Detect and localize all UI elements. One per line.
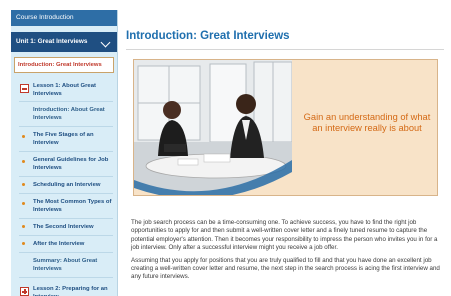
sidebar-item-five-stages[interactable]: The Five Stages of an Interview bbox=[11, 127, 117, 151]
interview-illustration bbox=[134, 60, 293, 195]
sidebar-item-general-guidelines[interactable]: General Guidelines for Job Interviews bbox=[11, 152, 117, 176]
expand-icon[interactable] bbox=[20, 287, 29, 296]
sidebar-item-second-interview[interactable]: The Second Interview bbox=[11, 219, 117, 235]
sidebar-item-label: The Most Common Types of Interviews bbox=[33, 199, 112, 213]
course-header[interactable]: Course Introduction bbox=[11, 10, 117, 26]
sidebar-item-label: General Guidelines for Job Interviews bbox=[33, 157, 109, 171]
interview-photo bbox=[134, 60, 293, 195]
unit-label: Unit 1: Great Interviews bbox=[16, 38, 88, 45]
sidebar-item-label: Scheduling an Interview bbox=[33, 182, 101, 188]
bullet-icon bbox=[22, 135, 25, 138]
paragraph: Assuming that you apply for positions th… bbox=[131, 256, 440, 281]
sidebar: Course Introduction Unit 1: Great Interv… bbox=[11, 10, 118, 296]
sidebar-item-scheduling[interactable]: Scheduling an Interview bbox=[11, 177, 117, 193]
sidebar-item-after-interview[interactable]: After the Interview bbox=[11, 236, 117, 252]
sidebar-item-common-types[interactable]: The Most Common Types of Interviews bbox=[11, 194, 117, 218]
sidebar-item-introduction[interactable]: Introduction: Great Interviews bbox=[14, 57, 114, 73]
bullet-icon bbox=[22, 225, 25, 228]
sidebar-item-lesson-intro[interactable]: Introduction: About Great Interviews bbox=[11, 102, 117, 126]
bullet-icon bbox=[22, 242, 25, 245]
lesson-body: The job search process can be a time-con… bbox=[131, 219, 441, 286]
paragraph: The job search process can be a time-con… bbox=[131, 219, 438, 252]
sidebar-item-summary[interactable]: Summary: About Great Interviews bbox=[11, 253, 117, 277]
lesson-1-toggle[interactable]: Lesson 1: About Great Interviews bbox=[11, 80, 117, 101]
bullet-icon bbox=[22, 183, 25, 186]
sidebar-item-label: Introduction: About Great Interviews bbox=[33, 107, 105, 121]
sidebar-item-label: The Second Interview bbox=[33, 224, 94, 230]
page-title: Introduction: Great Interviews bbox=[126, 30, 290, 42]
title-divider bbox=[126, 49, 444, 50]
sidebar-item-label: After the Interview bbox=[33, 241, 85, 247]
lesson-2-label: Lesson 2: Preparing for an Interview bbox=[33, 286, 108, 296]
sidebar-item-label: The Five Stages of an Interview bbox=[33, 132, 94, 146]
divider bbox=[19, 277, 113, 278]
chevron-down-icon bbox=[100, 37, 111, 48]
lesson-2-toggle[interactable]: Lesson 2: Preparing for an Interview bbox=[11, 283, 117, 296]
hero-caption: Gain an understanding of what an intervi… bbox=[303, 112, 431, 133]
bullet-icon bbox=[22, 202, 25, 205]
unit-selector[interactable]: Unit 1: Great Interviews bbox=[11, 32, 117, 52]
lesson-frame: Course Introduction Unit 1: Great Interv… bbox=[0, 0, 451, 296]
collapse-icon[interactable] bbox=[20, 84, 29, 93]
hero-banner: Gain an understanding of what an intervi… bbox=[133, 59, 438, 196]
lesson-1-label: Lesson 1: About Great Interviews bbox=[33, 83, 96, 97]
sidebar-item-label: Summary: About Great Interviews bbox=[33, 258, 98, 272]
bullet-icon bbox=[22, 160, 25, 163]
